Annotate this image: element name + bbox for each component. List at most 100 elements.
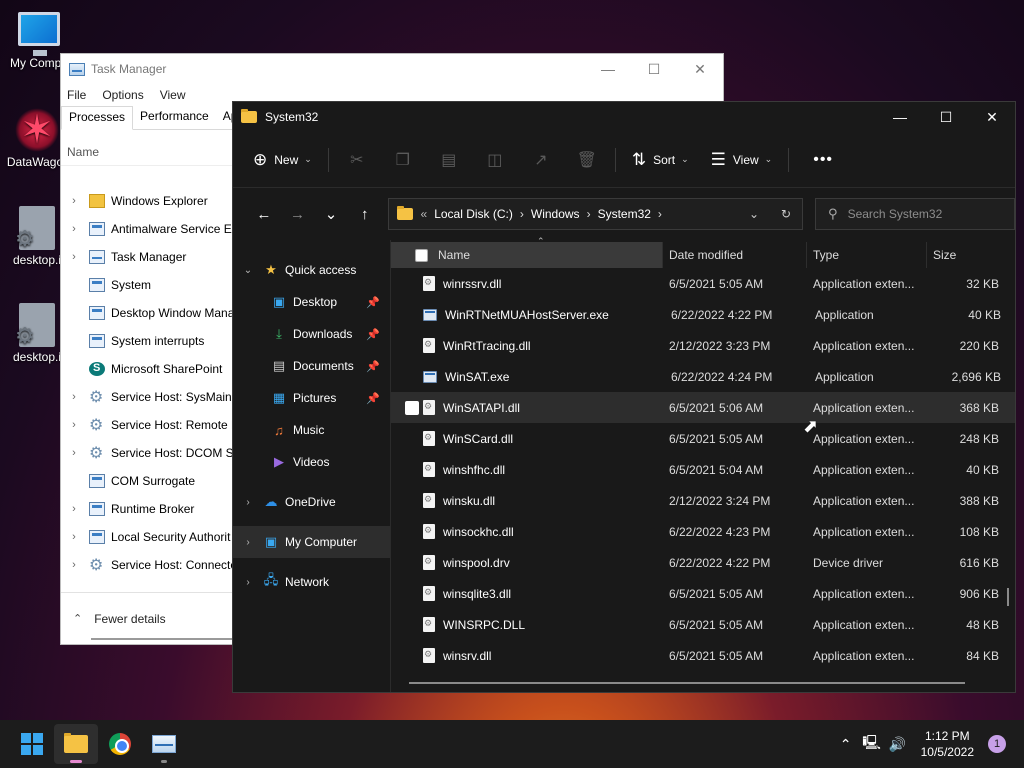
nav-item-pictures[interactable]: ▦ Pictures 📌: [233, 382, 390, 414]
row-checkbox[interactable]: [405, 618, 419, 632]
process-row[interactable]: Desktop Window Mana: [61, 299, 241, 327]
file-row[interactable]: winspool.drv 6/22/2022 4:22 PM Device driv…: [391, 547, 1015, 578]
process-row[interactable]: Microsoft SharePoint: [61, 355, 241, 383]
breadcrumb-local-disk[interactable]: Local Disk (C:): [434, 207, 513, 221]
close-button[interactable]: ✕: [677, 61, 723, 78]
row-checkbox[interactable]: [405, 649, 419, 663]
address-bar[interactable]: « Local Disk (C:) › Windows › System32 ›…: [387, 198, 804, 230]
row-checkbox[interactable]: [405, 308, 419, 322]
menu-options[interactable]: Options: [102, 88, 143, 102]
copy-icon[interactable]: ❐: [391, 150, 415, 170]
column-header-type[interactable]: Type: [807, 242, 927, 268]
chevron-right-icon[interactable]: ›: [587, 207, 591, 221]
process-row[interactable]: › Runtime Broker: [61, 495, 241, 523]
chevron-right-icon[interactable]: ›: [65, 447, 83, 459]
chevron-right-icon[interactable]: ›: [65, 223, 83, 235]
file-row[interactable]: WinRTNetMUAHostServer.exe 6/22/2022 4:22 …: [391, 299, 1015, 330]
chevron-right-icon[interactable]: ›: [241, 577, 255, 588]
pin-icon[interactable]: 📌: [366, 328, 380, 341]
column-header-size[interactable]: Size: [927, 242, 1007, 268]
maximize-button[interactable]: ☐: [631, 61, 677, 78]
nav-item-downloads[interactable]: ⤓ Downloads 📌: [233, 318, 390, 350]
sort-button[interactable]: ⇅ Sort ⌄: [632, 150, 689, 170]
minimize-button[interactable]: —: [585, 61, 631, 78]
process-row[interactable]: › Windows Explorer: [61, 187, 241, 215]
recent-locations-chevron-icon[interactable]: ⌄: [314, 205, 348, 223]
chevron-right-icon[interactable]: ›: [658, 207, 662, 221]
task-manager-titlebar[interactable]: Task Manager — ☐ ✕: [61, 54, 723, 84]
process-row[interactable]: › Service Host: DCOM Se: [61, 439, 241, 467]
notification-badge[interactable]: 1: [988, 735, 1006, 753]
file-row[interactable]: WINSRPC.DLL 6/5/2021 5:05 AM Application e…: [391, 609, 1015, 640]
cut-icon[interactable]: ✂: [345, 150, 369, 170]
nav-item-music[interactable]: ♫ Music: [233, 414, 390, 446]
file-row[interactable]: winrssrv.dll 6/5/2021 5:05 AM Application …: [391, 268, 1015, 299]
taskbar-task-manager[interactable]: [142, 724, 186, 764]
row-checkbox[interactable]: [405, 587, 419, 601]
nav-item-videos[interactable]: ▶ Videos: [233, 446, 390, 478]
nav-onedrive[interactable]: › ☁ OneDrive: [233, 486, 390, 518]
up-arrow-icon[interactable]: ↑: [348, 206, 382, 223]
process-row[interactable]: › Service Host: SysMain: [61, 383, 241, 411]
view-button[interactable]: ☰ View ⌄: [711, 150, 773, 170]
chevron-right-icon[interactable]: ›: [65, 503, 83, 515]
process-row[interactable]: System interrupts: [61, 327, 241, 355]
taskbar-file-explorer[interactable]: [54, 724, 98, 764]
process-row[interactable]: › Antimalware Service Ex: [61, 215, 241, 243]
row-checkbox[interactable]: [405, 432, 419, 446]
row-checkbox[interactable]: [405, 400, 419, 415]
process-row[interactable]: System: [61, 271, 241, 299]
pin-icon[interactable]: 📌: [366, 392, 380, 405]
file-row[interactable]: winsqlite3.dll 6/5/2021 5:05 AM Applicatio…: [391, 578, 1015, 609]
nav-item-documents[interactable]: ▤ Documents 📌: [233, 350, 390, 382]
delete-icon[interactable]: 🗑: [575, 150, 599, 170]
chevron-up-icon[interactable]: ⌃: [833, 736, 859, 753]
share-icon[interactable]: ↗: [529, 150, 553, 170]
menu-view[interactable]: View: [160, 88, 186, 102]
horizontal-scrollbar[interactable]: [409, 682, 965, 684]
row-checkbox[interactable]: [405, 339, 419, 353]
pin-icon[interactable]: 📌: [366, 296, 380, 309]
row-checkbox[interactable]: [405, 556, 419, 570]
file-row[interactable]: WinSAT.exe 6/22/2022 4:24 PM Application 2,…: [391, 361, 1015, 392]
file-row[interactable]: WinSATAPI.dll 6/5/2021 5:06 AM Application…: [391, 392, 1015, 423]
row-checkbox[interactable]: [405, 463, 419, 477]
nav-quick-access[interactable]: ⌄ ★ Quick access: [233, 254, 390, 286]
tab-performance[interactable]: Performance: [133, 106, 216, 129]
menu-file[interactable]: File: [67, 88, 86, 102]
chevron-right-icon[interactable]: ›: [65, 251, 83, 263]
back-arrow-icon[interactable]: ←: [247, 206, 281, 223]
process-row[interactable]: › Task Manager: [61, 243, 241, 271]
chevron-right-icon[interactable]: ›: [65, 531, 83, 543]
minimize-button[interactable]: —: [877, 109, 923, 126]
search-input[interactable]: ⚲ Search System32: [815, 198, 1015, 230]
rename-icon[interactable]: ◫: [483, 150, 507, 170]
network-icon[interactable]: 🖳: [859, 732, 885, 756]
chevron-right-icon[interactable]: ›: [65, 559, 83, 571]
maximize-button[interactable]: ☐: [923, 109, 969, 126]
row-checkbox[interactable]: [405, 370, 419, 384]
column-header-name[interactable]: ⌃ Name: [391, 236, 663, 268]
breadcrumb-windows[interactable]: Windows: [531, 207, 580, 221]
file-row[interactable]: winshfhc.dll 6/5/2021 5:04 AM Application …: [391, 454, 1015, 485]
chevron-right-icon[interactable]: ›: [65, 195, 83, 207]
taskbar-chrome[interactable]: [98, 724, 142, 764]
address-history-chevron-icon[interactable]: ⌄: [738, 207, 770, 221]
file-row[interactable]: winsockhc.dll 6/22/2022 4:23 PM Applicatio…: [391, 516, 1015, 547]
process-row[interactable]: › Local Security Authorit: [61, 523, 241, 551]
tab-processes[interactable]: Processes: [61, 106, 134, 130]
pin-icon[interactable]: 📌: [366, 360, 380, 373]
file-row[interactable]: winsku.dll 2/12/2022 3:24 PM Application e…: [391, 485, 1015, 516]
paste-icon[interactable]: ▤: [437, 150, 461, 170]
close-button[interactable]: ✕: [969, 109, 1015, 126]
process-row[interactable]: › Service Host: Remote P: [61, 411, 241, 439]
file-row[interactable]: WinSCard.dll 6/5/2021 5:05 AM Application …: [391, 423, 1015, 454]
chevron-down-icon[interactable]: ⌄: [241, 265, 255, 276]
row-checkbox[interactable]: [405, 525, 419, 539]
process-row[interactable]: › Service Host: Connecte: [61, 551, 241, 579]
row-checkbox[interactable]: [405, 277, 419, 291]
breadcrumb-overflow[interactable]: «: [421, 207, 428, 221]
vertical-scrollbar[interactable]: [1007, 588, 1009, 606]
row-checkbox[interactable]: [405, 494, 419, 508]
file-row[interactable]: WinRtTracing.dll 2/12/2022 3:23 PM Applica…: [391, 330, 1015, 361]
